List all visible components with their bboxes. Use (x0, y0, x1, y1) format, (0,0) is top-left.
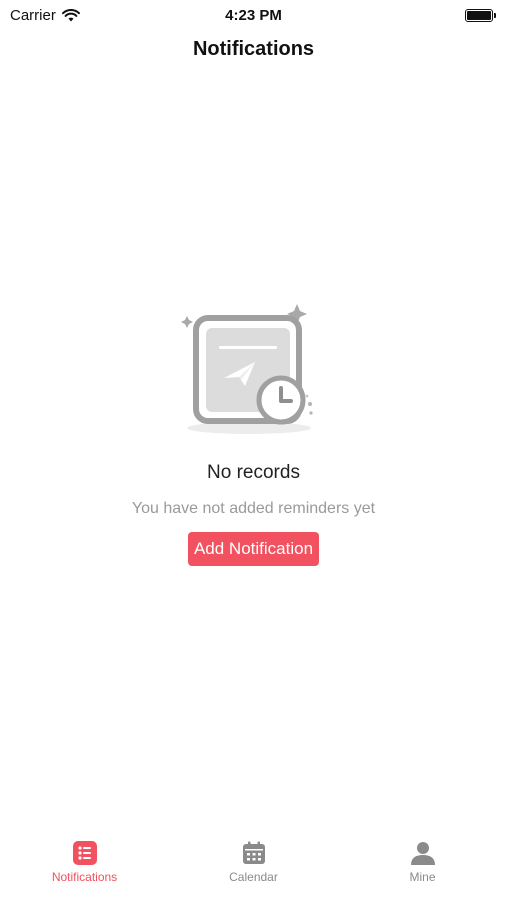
empty-subtitle: You have not added reminders yet (131, 500, 376, 517)
tab-calendar[interactable]: Calendar (194, 832, 314, 884)
tab-bar: Notifications Calendar Mine (0, 832, 507, 900)
add-notification-button[interactable]: Add Notification (187, 532, 320, 566)
status-left: Carrier (10, 7, 80, 24)
tab-mine[interactable]: Mine (363, 832, 483, 884)
paper-plane-clock-illustration (180, 304, 313, 434)
screen: Carrier 4:23 PM Notifications No records… (0, 0, 507, 900)
page-title: Notifications (192, 38, 315, 60)
tab-label-mine: Mine (409, 870, 436, 884)
person-icon (410, 842, 435, 865)
empty-title: No records (207, 462, 300, 483)
calendar-icon (242, 841, 265, 864)
carrier-label: Carrier (10, 6, 56, 24)
tab-notifications[interactable]: Notifications (25, 832, 145, 884)
empty-state: No records You have not added reminders … (0, 300, 507, 566)
tab-label-calendar: Calendar (229, 870, 278, 884)
list-icon (72, 841, 97, 865)
battery-icon (465, 8, 496, 22)
wifi-icon (61, 8, 80, 21)
tab-label-notifications: Notifications (51, 870, 118, 884)
battery-fill (467, 10, 491, 20)
status-bar: Carrier 4:23 PM (0, 0, 507, 30)
